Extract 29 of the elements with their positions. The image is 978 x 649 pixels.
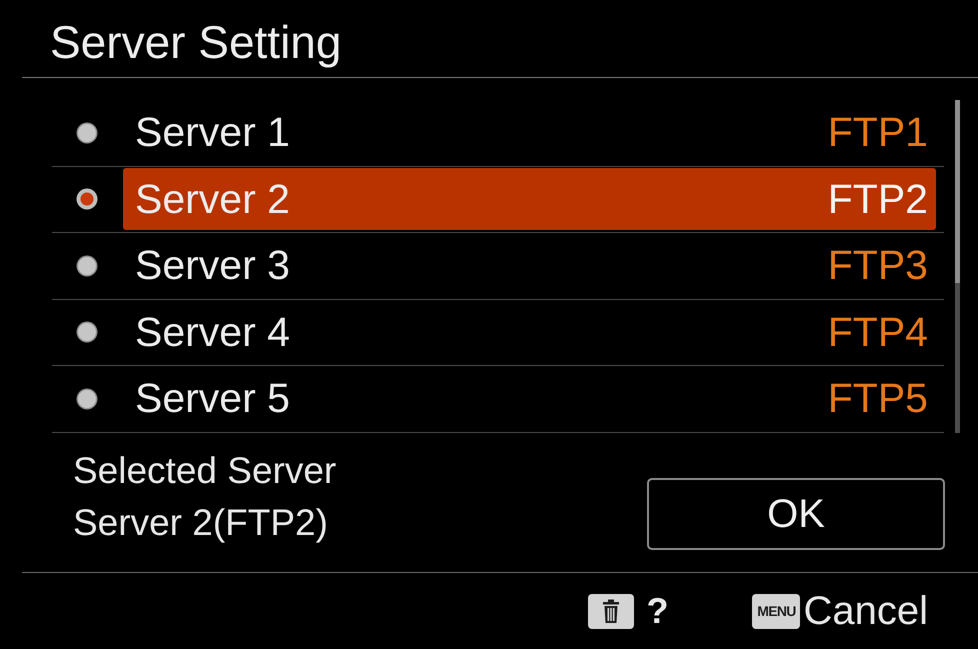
scrollbar-thumb[interactable] xyxy=(955,100,960,283)
ftp-profile: FTP3 xyxy=(828,241,928,290)
radio-button[interactable] xyxy=(76,122,98,144)
radio-button[interactable] xyxy=(76,388,98,410)
radio-button[interactable] xyxy=(76,254,98,277)
server-name: Server 1 xyxy=(135,108,290,157)
server-name: Server 4 xyxy=(135,308,290,356)
radio-button[interactable] xyxy=(76,321,98,344)
server-option[interactable]: Server 5 FTP5 xyxy=(123,368,936,430)
trash-icon[interactable] xyxy=(588,594,634,628)
window-title: Server Setting xyxy=(50,15,342,70)
ok-button[interactable]: OK xyxy=(647,478,945,550)
server-option[interactable]: Server 4 FTP4 xyxy=(123,301,936,364)
radio-button[interactable] xyxy=(76,188,98,210)
ftp-profile: FTP1 xyxy=(828,108,928,157)
help-label: ? xyxy=(646,589,668,633)
cancel-label[interactable]: Cancel xyxy=(803,581,928,641)
server-name: Server 5 xyxy=(135,374,290,423)
server-option[interactable]: Server 2 FTP2 xyxy=(123,168,936,230)
selected-server-value: Server 2(FTP2) xyxy=(73,501,329,545)
server-name: Server 3 xyxy=(135,241,290,290)
menu-key-badge: MENU xyxy=(752,594,800,628)
ftp-profile: FTP5 xyxy=(828,374,928,423)
server-option[interactable]: Server 3 FTP3 xyxy=(123,234,936,297)
server-option[interactable]: Server 1 FTP1 xyxy=(123,102,936,164)
selected-server-label: Selected Server xyxy=(73,449,336,493)
server-name: Server 2 xyxy=(135,174,290,224)
ftp-profile: FTP4 xyxy=(828,308,928,356)
ftp-profile: FTP2 xyxy=(828,174,928,224)
